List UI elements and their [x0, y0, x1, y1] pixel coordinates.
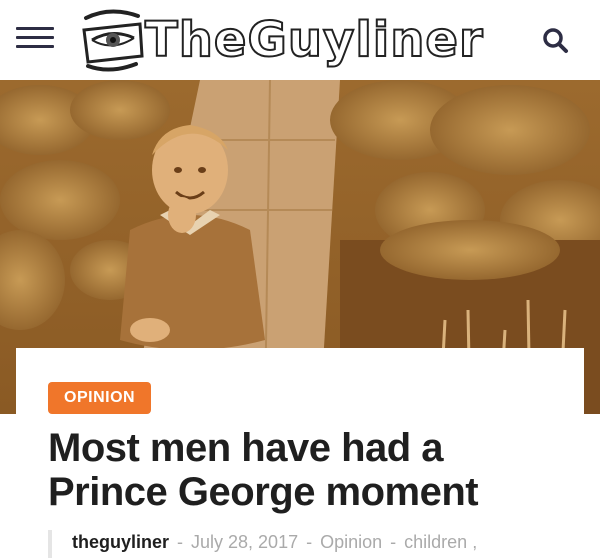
tag-link-children[interactable]: children	[404, 532, 467, 552]
search-icon[interactable]	[540, 24, 572, 56]
site-logo[interactable]: TheGuyliner	[80, 4, 530, 76]
author-link[interactable]: theguyliner	[72, 532, 169, 552]
meta-separator: -	[177, 532, 184, 552]
post-date: July 28, 2017	[191, 532, 299, 552]
article-title[interactable]: Most men have had a Prince George moment	[48, 426, 568, 514]
tag-suffix: ,	[472, 532, 478, 552]
category-badge[interactable]: OPINION	[48, 382, 152, 414]
hamburger-menu-icon[interactable]	[16, 24, 56, 52]
meta-separator: -	[306, 532, 313, 552]
article-card: OPINION Most men have had a Prince Georg…	[16, 348, 584, 558]
site-header: TheGuyliner	[0, 0, 600, 80]
eyeliner-eye-logo-icon	[82, 9, 144, 72]
category-link[interactable]: Opinion	[320, 532, 382, 552]
meta-separator: -	[390, 532, 397, 552]
site-title: TheGuyliner	[144, 11, 484, 69]
